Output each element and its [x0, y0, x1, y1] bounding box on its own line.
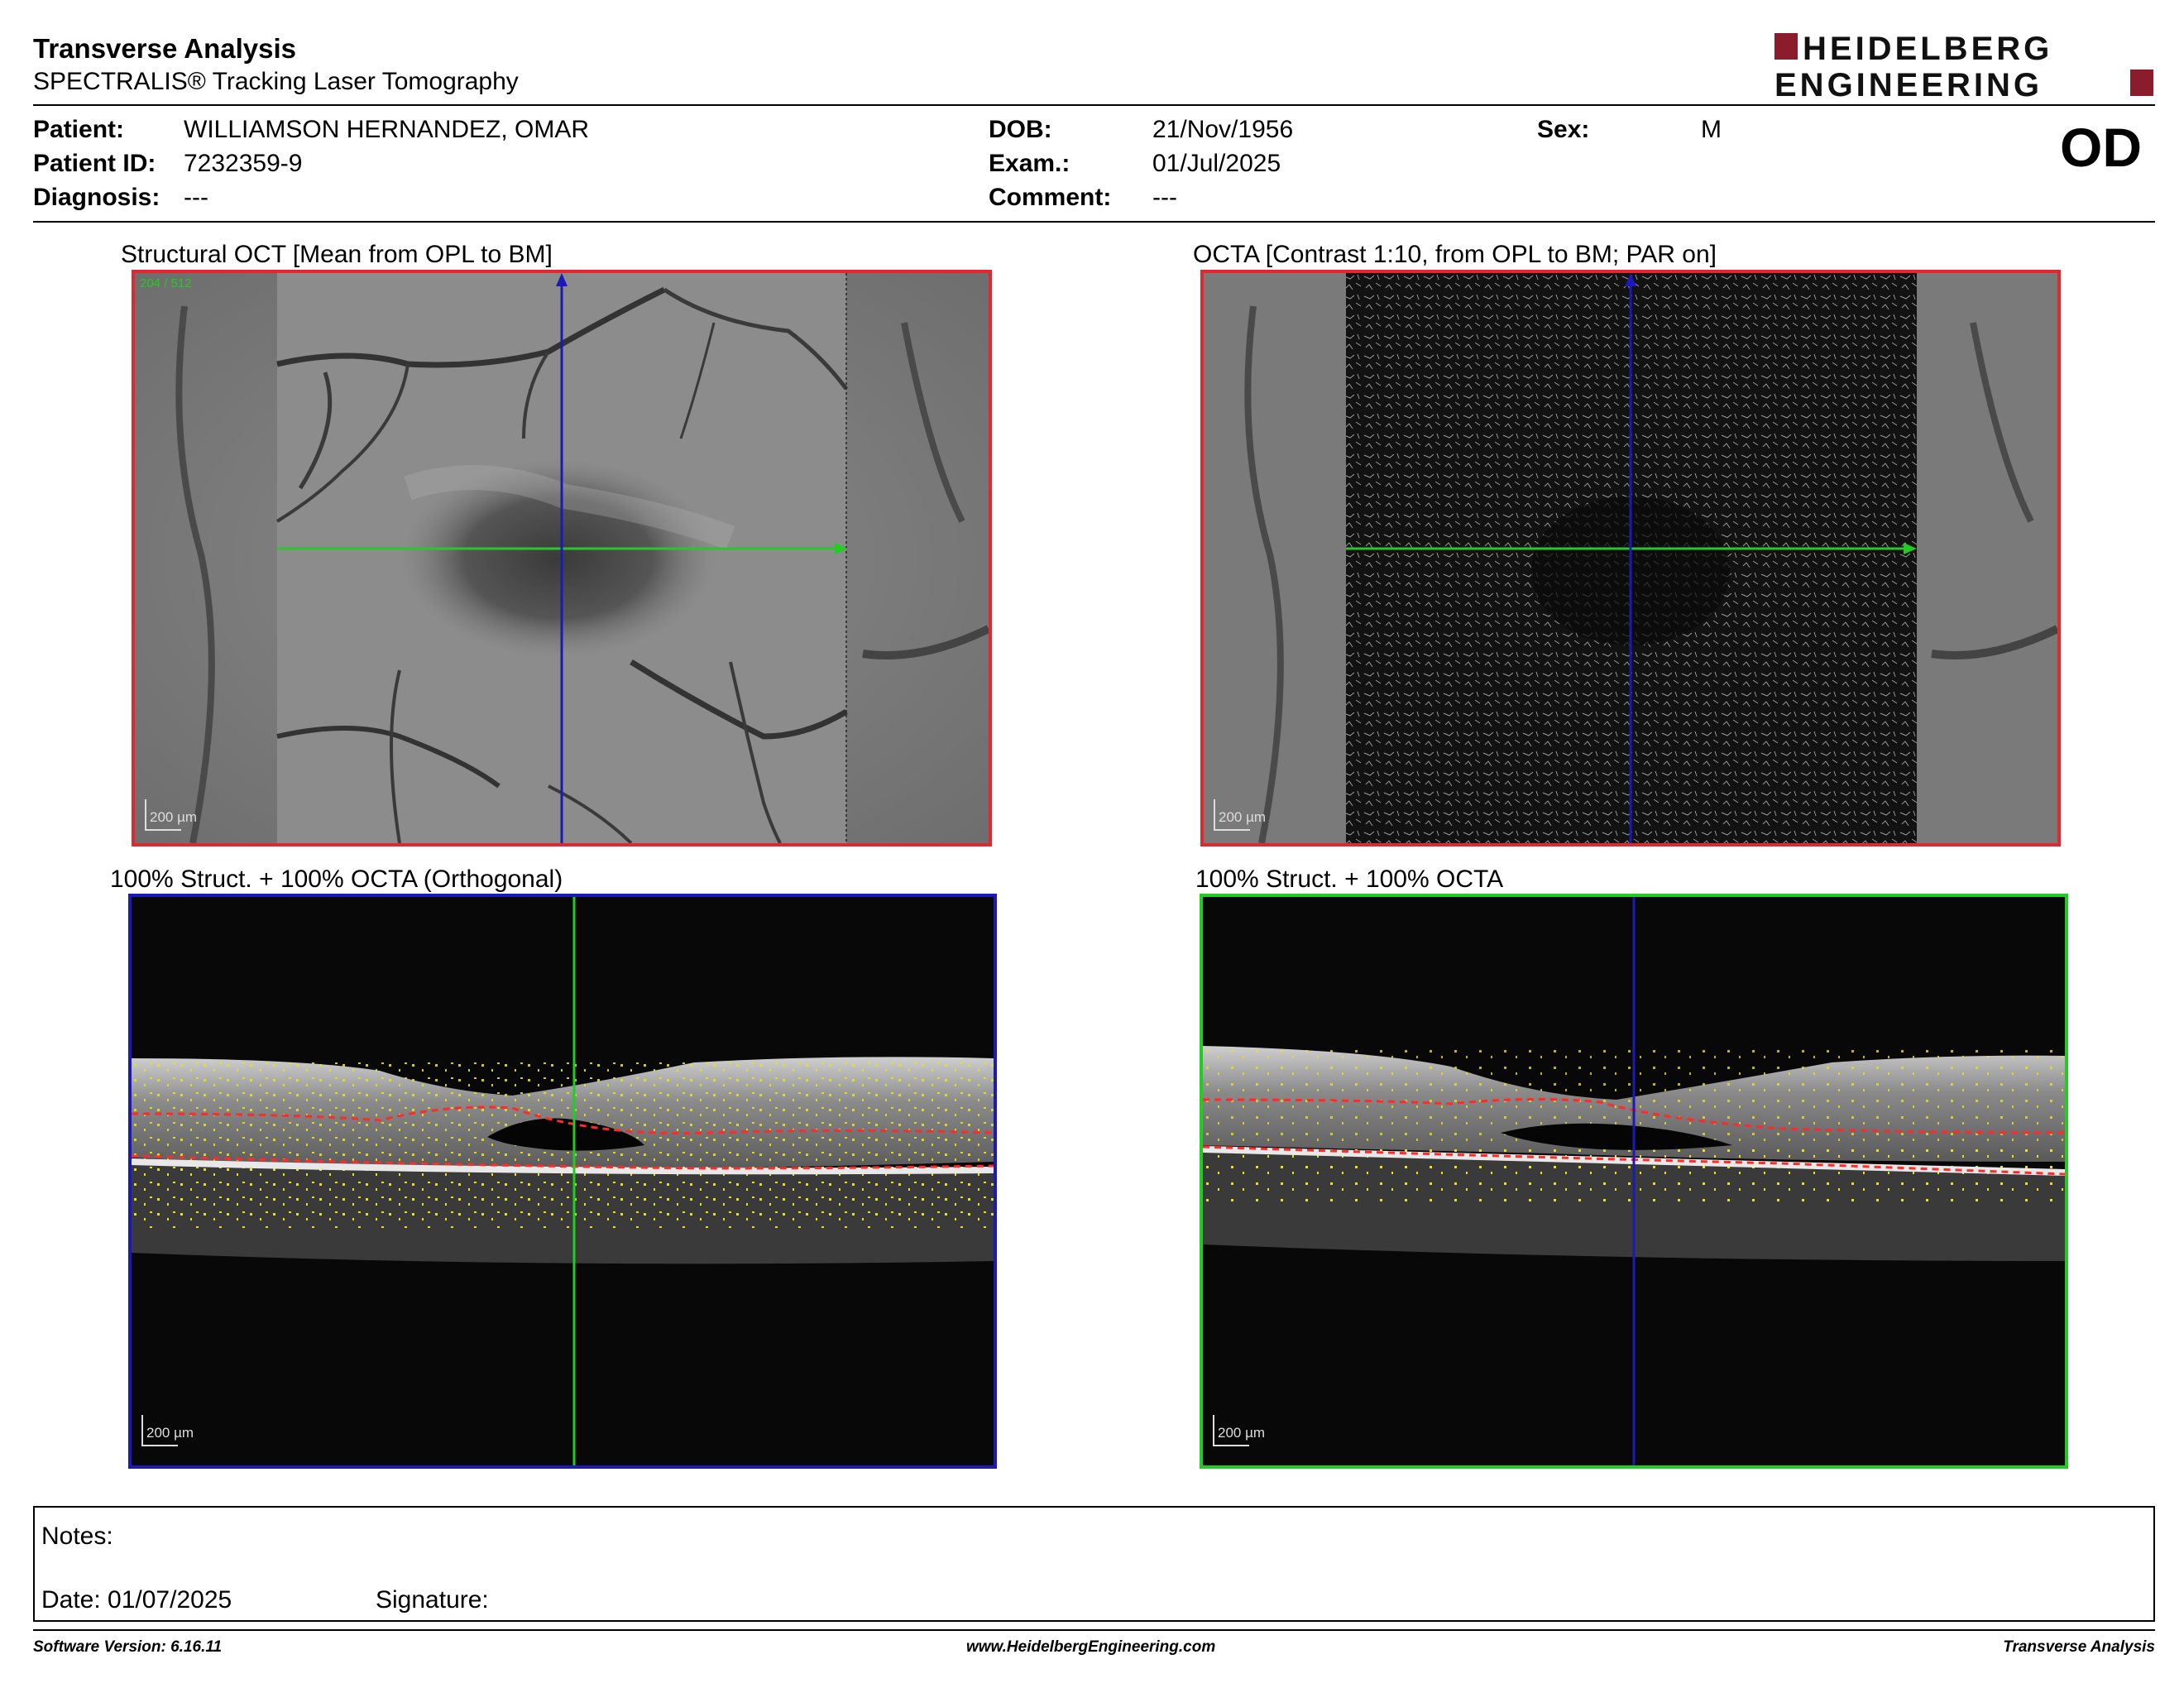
svg-text:ENGINEERING: ENGINEERING [1774, 67, 2043, 103]
dob-value: 21/Nov/1956 [1152, 116, 1294, 143]
exam-label: Exam.: [989, 150, 1070, 177]
diagnosis-label: Diagnosis: [33, 184, 160, 211]
footer-divider [33, 1629, 2155, 1631]
diagnosis-value: --- [184, 184, 208, 211]
octa-image[interactable]: 200 µm [1200, 270, 2061, 846]
report-subtitle: SPECTRALIS® Tracking Laser Tomography [33, 68, 519, 95]
combined-bscan-image[interactable]: 200 µm [1200, 894, 2068, 1469]
sex-label: Sex: [1537, 116, 1590, 143]
combined-bscan-title: 100% Struct. + 100% OCTA [1195, 866, 1504, 893]
structural-oct-title: Structural OCT [Mean from OPL to BM] [121, 241, 553, 268]
website-link[interactable]: www.HeidelbergEngineering.com [966, 1638, 1215, 1657]
signature-label: Signature: [376, 1586, 489, 1614]
sex-value: M [1701, 116, 1722, 143]
orthogonal-bscan-title: 100% Struct. + 100% OCTA (Orthogonal) [110, 866, 563, 893]
scale-bar-label: 200 µm [1219, 809, 1267, 825]
frame-counter: 204 / 512 [140, 276, 192, 290]
software-version: Software Version: 6.16.11 [33, 1638, 223, 1656]
info-divider [33, 221, 2155, 223]
patient-id-label: Patient ID: [33, 150, 156, 177]
exam-value: 01/Jul/2025 [1152, 150, 1281, 177]
svg-text:HEIDELBERG: HEIDELBERG [1803, 31, 2052, 67]
patient-id: 7232359-9 [184, 150, 303, 177]
orthogonal-bscan-image[interactable]: 200 µm [128, 894, 997, 1469]
header-divider [33, 104, 2155, 106]
octa-title: OCTA [Contrast 1:10, from OPL to BM; PAR… [1193, 241, 1717, 268]
scale-bar-label: 200 µm [150, 809, 198, 825]
report-name: Transverse Analysis [2003, 1638, 2155, 1656]
heidelberg-logo: HEIDELBERG ENGINEERING [1774, 30, 2157, 103]
patient-name: WILLIAMSON HERNANDEZ, OMAR [184, 116, 590, 143]
scale-bar-label: 200 µm [146, 1425, 194, 1441]
patient-label: Patient: [33, 116, 125, 143]
comment-label: Comment: [989, 184, 1112, 211]
eye-indicator: OD [2060, 117, 2142, 178]
notes-label: Notes: [41, 1523, 113, 1550]
report-title: Transverse Analysis [33, 33, 296, 64]
dob-label: DOB: [989, 116, 1052, 143]
comment-value: --- [1152, 184, 1177, 211]
scale-bar-label: 200 µm [1218, 1425, 1266, 1441]
structural-oct-image[interactable]: 204 / 512 200 µm [132, 270, 992, 846]
notes-box[interactable]: Notes: Date: 01/07/2025 Signature: [33, 1506, 2155, 1622]
date-label: Date: 01/07/2025 [41, 1586, 232, 1614]
